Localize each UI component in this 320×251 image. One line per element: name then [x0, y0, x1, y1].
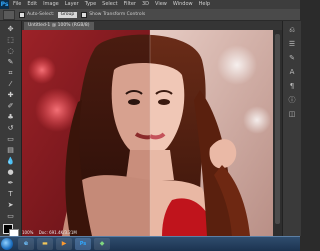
- dodge-tool-icon[interactable]: ●: [6, 168, 15, 177]
- options-bar: Auto-Select: Group Show Transform Contro…: [0, 9, 300, 21]
- eraser-tool-icon[interactable]: ▭: [6, 135, 15, 144]
- internet-explorer-icon[interactable]: e: [18, 238, 34, 250]
- paragraph-panel-icon[interactable]: ¶: [287, 81, 297, 91]
- brush-tool-icon[interactable]: ✐: [6, 102, 15, 111]
- menu-help[interactable]: Help: [199, 0, 210, 9]
- show-transform-label: Show Transform Controls: [89, 12, 146, 17]
- menu-select[interactable]: Select: [102, 0, 117, 9]
- auto-select-label: Auto-Select:: [27, 12, 55, 17]
- quick-select-tool-icon[interactable]: ✎: [6, 58, 15, 67]
- menu-image[interactable]: Image: [43, 0, 59, 9]
- menu-3d[interactable]: 3D: [142, 0, 149, 9]
- move-tool-preset-icon[interactable]: [3, 9, 15, 20]
- menu-view[interactable]: View: [155, 0, 167, 9]
- menu-layer[interactable]: Layer: [65, 0, 79, 9]
- menu-filter[interactable]: Filter: [124, 0, 136, 9]
- eyedropper-tool-icon[interactable]: ⁄: [6, 80, 15, 89]
- auto-select-checkbox[interactable]: [19, 11, 25, 18]
- document-tab-bar: Untitled-1 @ 100% (RGB/8): [22, 21, 282, 30]
- photoshop-taskbar-icon[interactable]: Ps: [75, 238, 91, 250]
- type-tool-icon[interactable]: T: [6, 190, 15, 199]
- shape-tool-icon[interactable]: ▭: [6, 212, 15, 221]
- path-select-tool-icon[interactable]: ➤: [6, 201, 15, 210]
- vertical-scrollbar[interactable]: [273, 30, 282, 236]
- move-tool-icon[interactable]: ✥: [6, 25, 15, 34]
- tools-panel: ✥ ⬚ ◌ ✎ ⌗ ⁄ ✚ ✐ ♣ ↺ ▭ ▤ 💧 ● ✒ T ➤ ▭: [0, 21, 22, 237]
- gradient-tool-icon[interactable]: ▤: [6, 146, 15, 155]
- windows-taskbar: e ▬ ▶ Ps ◆: [0, 236, 300, 251]
- history-brush-tool-icon[interactable]: ↺: [6, 124, 15, 133]
- file-explorer-icon[interactable]: ▬: [37, 238, 53, 250]
- status-bar: 100% Doc: 691.4K/3.21M: [22, 229, 112, 236]
- info-panel-icon[interactable]: ⓘ: [287, 95, 297, 105]
- show-transform-checkbox[interactable]: [81, 11, 88, 18]
- scrollbar-thumb[interactable]: [275, 34, 280, 224]
- brush-panel-icon[interactable]: ✎: [287, 53, 297, 63]
- menu-file[interactable]: File: [13, 0, 21, 9]
- zoom-level[interactable]: 100%: [22, 230, 33, 235]
- media-player-icon[interactable]: ▶: [56, 238, 72, 250]
- menu-window[interactable]: Window: [173, 0, 193, 9]
- marquee-tool-icon[interactable]: ⬚: [6, 36, 15, 45]
- history-panel-icon[interactable]: ⎌: [287, 25, 297, 35]
- clone-stamp-tool-icon[interactable]: ♣: [6, 113, 15, 122]
- menu-bar: Ps File Edit Image Layer Type Select Fil…: [0, 0, 300, 9]
- app-taskbar-icon[interactable]: ◆: [94, 238, 110, 250]
- document-info: Doc: 691.4K/3.21M: [38, 230, 77, 235]
- document-canvas[interactable]: [22, 30, 273, 236]
- blur-tool-icon[interactable]: 💧: [6, 157, 15, 166]
- healing-brush-tool-icon[interactable]: ✚: [6, 91, 15, 100]
- start-button-icon[interactable]: [1, 238, 13, 250]
- character-panel-icon[interactable]: A: [287, 67, 297, 77]
- layers-panel-icon[interactable]: ◫: [287, 109, 297, 119]
- crop-tool-icon[interactable]: ⌗: [6, 69, 15, 78]
- pen-tool-icon[interactable]: ✒: [6, 179, 15, 188]
- auto-select-dropdown[interactable]: Group: [57, 11, 78, 18]
- lasso-tool-icon[interactable]: ◌: [6, 47, 15, 56]
- document-tab[interactable]: Untitled-1 @ 100% (RGB/8): [24, 22, 94, 30]
- portrait-image: [22, 30, 273, 236]
- menu-edit[interactable]: Edit: [27, 0, 37, 9]
- panel-dock: ⎌ ☰ ✎ A ¶ ⓘ ◫: [282, 21, 301, 236]
- menu-type[interactable]: Type: [85, 0, 96, 9]
- photoshop-logo-icon[interactable]: Ps: [0, 0, 9, 9]
- properties-panel-icon[interactable]: ☰: [287, 39, 297, 49]
